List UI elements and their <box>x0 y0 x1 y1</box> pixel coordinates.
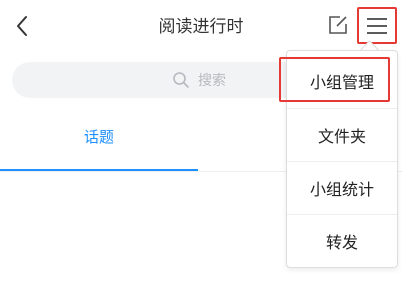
search-input[interactable]: 搜索 <box>12 62 312 98</box>
menu-item-group-stats[interactable]: 小组统计 <box>287 162 397 214</box>
search-icon <box>173 72 189 88</box>
menu-item-group-management[interactable]: 小组管理 <box>287 55 397 107</box>
search-placeholder: 搜索 <box>198 73 226 89</box>
search-placeholder-group: 搜索 <box>172 62 226 98</box>
edit-icon <box>329 16 347 34</box>
menu-item-folder[interactable]: 文件夹 <box>287 109 397 161</box>
tab-topics[interactable]: 话题 <box>0 126 198 147</box>
dropdown-menu: 小组管理 文件夹 小组统计 转发 <box>286 50 398 268</box>
hamburger-menu-icon <box>367 17 387 34</box>
menu-item-forward[interactable]: 转发 <box>287 215 397 267</box>
app-header: 阅读进行时 <box>0 0 402 52</box>
menu-button[interactable] <box>357 7 397 44</box>
edit-button[interactable] <box>326 12 350 38</box>
